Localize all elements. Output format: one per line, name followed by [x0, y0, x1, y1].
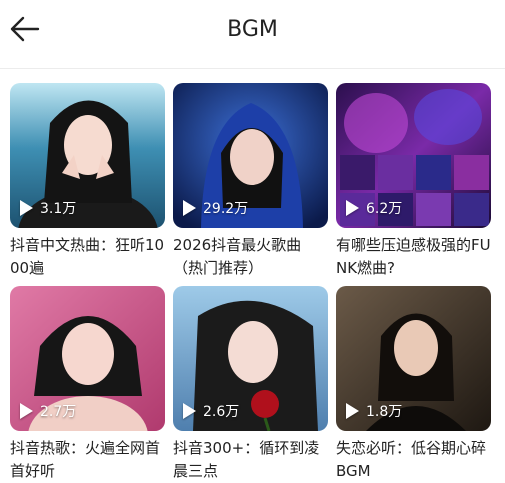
play-icon: [20, 403, 33, 419]
playlist-title: 有哪些压迫感极强的FUNK燃曲?: [336, 236, 491, 277]
playlist-cover: 3.1万: [10, 83, 165, 228]
play-count: 2.6万: [183, 401, 239, 421]
playlist-cover: 2.6万: [173, 286, 328, 431]
playlist-card[interactable]: 3.1万 抖音中文热曲：狂听1000遍: [10, 83, 165, 280]
play-count: 2.7万: [20, 401, 76, 421]
play-count-text: 2.6万: [203, 404, 240, 420]
playlist-title: 抖音中文热曲：狂听1000遍: [10, 236, 165, 277]
header-divider: [0, 68, 505, 69]
play-icon: [20, 200, 33, 216]
playlist-card[interactable]: 6.2万 有哪些压迫感极强的FUNK燃曲?: [336, 83, 491, 280]
playlist-cover: 29.2万: [173, 83, 328, 228]
play-icon: [346, 200, 359, 216]
playlist-title: 抖音300+：循环到凌晨三点: [173, 439, 320, 480]
play-icon: [183, 200, 196, 216]
play-count: 29.2万: [183, 198, 248, 218]
play-icon: [346, 403, 359, 419]
playlist-card[interactable]: 2.7万 抖音热歌：火遍全网首首好听: [10, 286, 165, 483]
playlist-cover: 1.8万: [336, 286, 491, 431]
playlist-card[interactable]: 29.2万 2026抖音最火歌曲（热门推荐）: [173, 83, 328, 280]
play-count: 1.8万: [346, 401, 402, 421]
top-bar: BGM: [0, 0, 505, 62]
page-title: BGM: [227, 17, 278, 42]
play-count-text: 6.2万: [366, 201, 403, 217]
playlist-card[interactable]: 2.6万 抖音300+：循环到凌晨三点: [173, 286, 328, 483]
play-count-text: 2.7万: [40, 404, 77, 420]
playlist-title: 2026抖音最火歌曲（热门推荐）: [173, 236, 302, 277]
playlist-title: 抖音热歌：火遍全网首首好听: [10, 439, 161, 480]
play-count-text: 1.8万: [366, 404, 403, 420]
play-count: 3.1万: [20, 198, 76, 218]
playlist-cover: 6.2万: [336, 83, 491, 228]
play-count: 6.2万: [346, 198, 402, 218]
play-count-text: 3.1万: [40, 201, 77, 217]
play-icon: [183, 403, 196, 419]
playlist-title: 失恋必听：低谷期心碎BGM: [336, 439, 487, 480]
playlist-card[interactable]: 1.8万 失恋必听：低谷期心碎BGM: [336, 286, 491, 483]
play-count-text: 29.2万: [203, 201, 249, 217]
playlist-cover: 2.7万: [10, 286, 165, 431]
